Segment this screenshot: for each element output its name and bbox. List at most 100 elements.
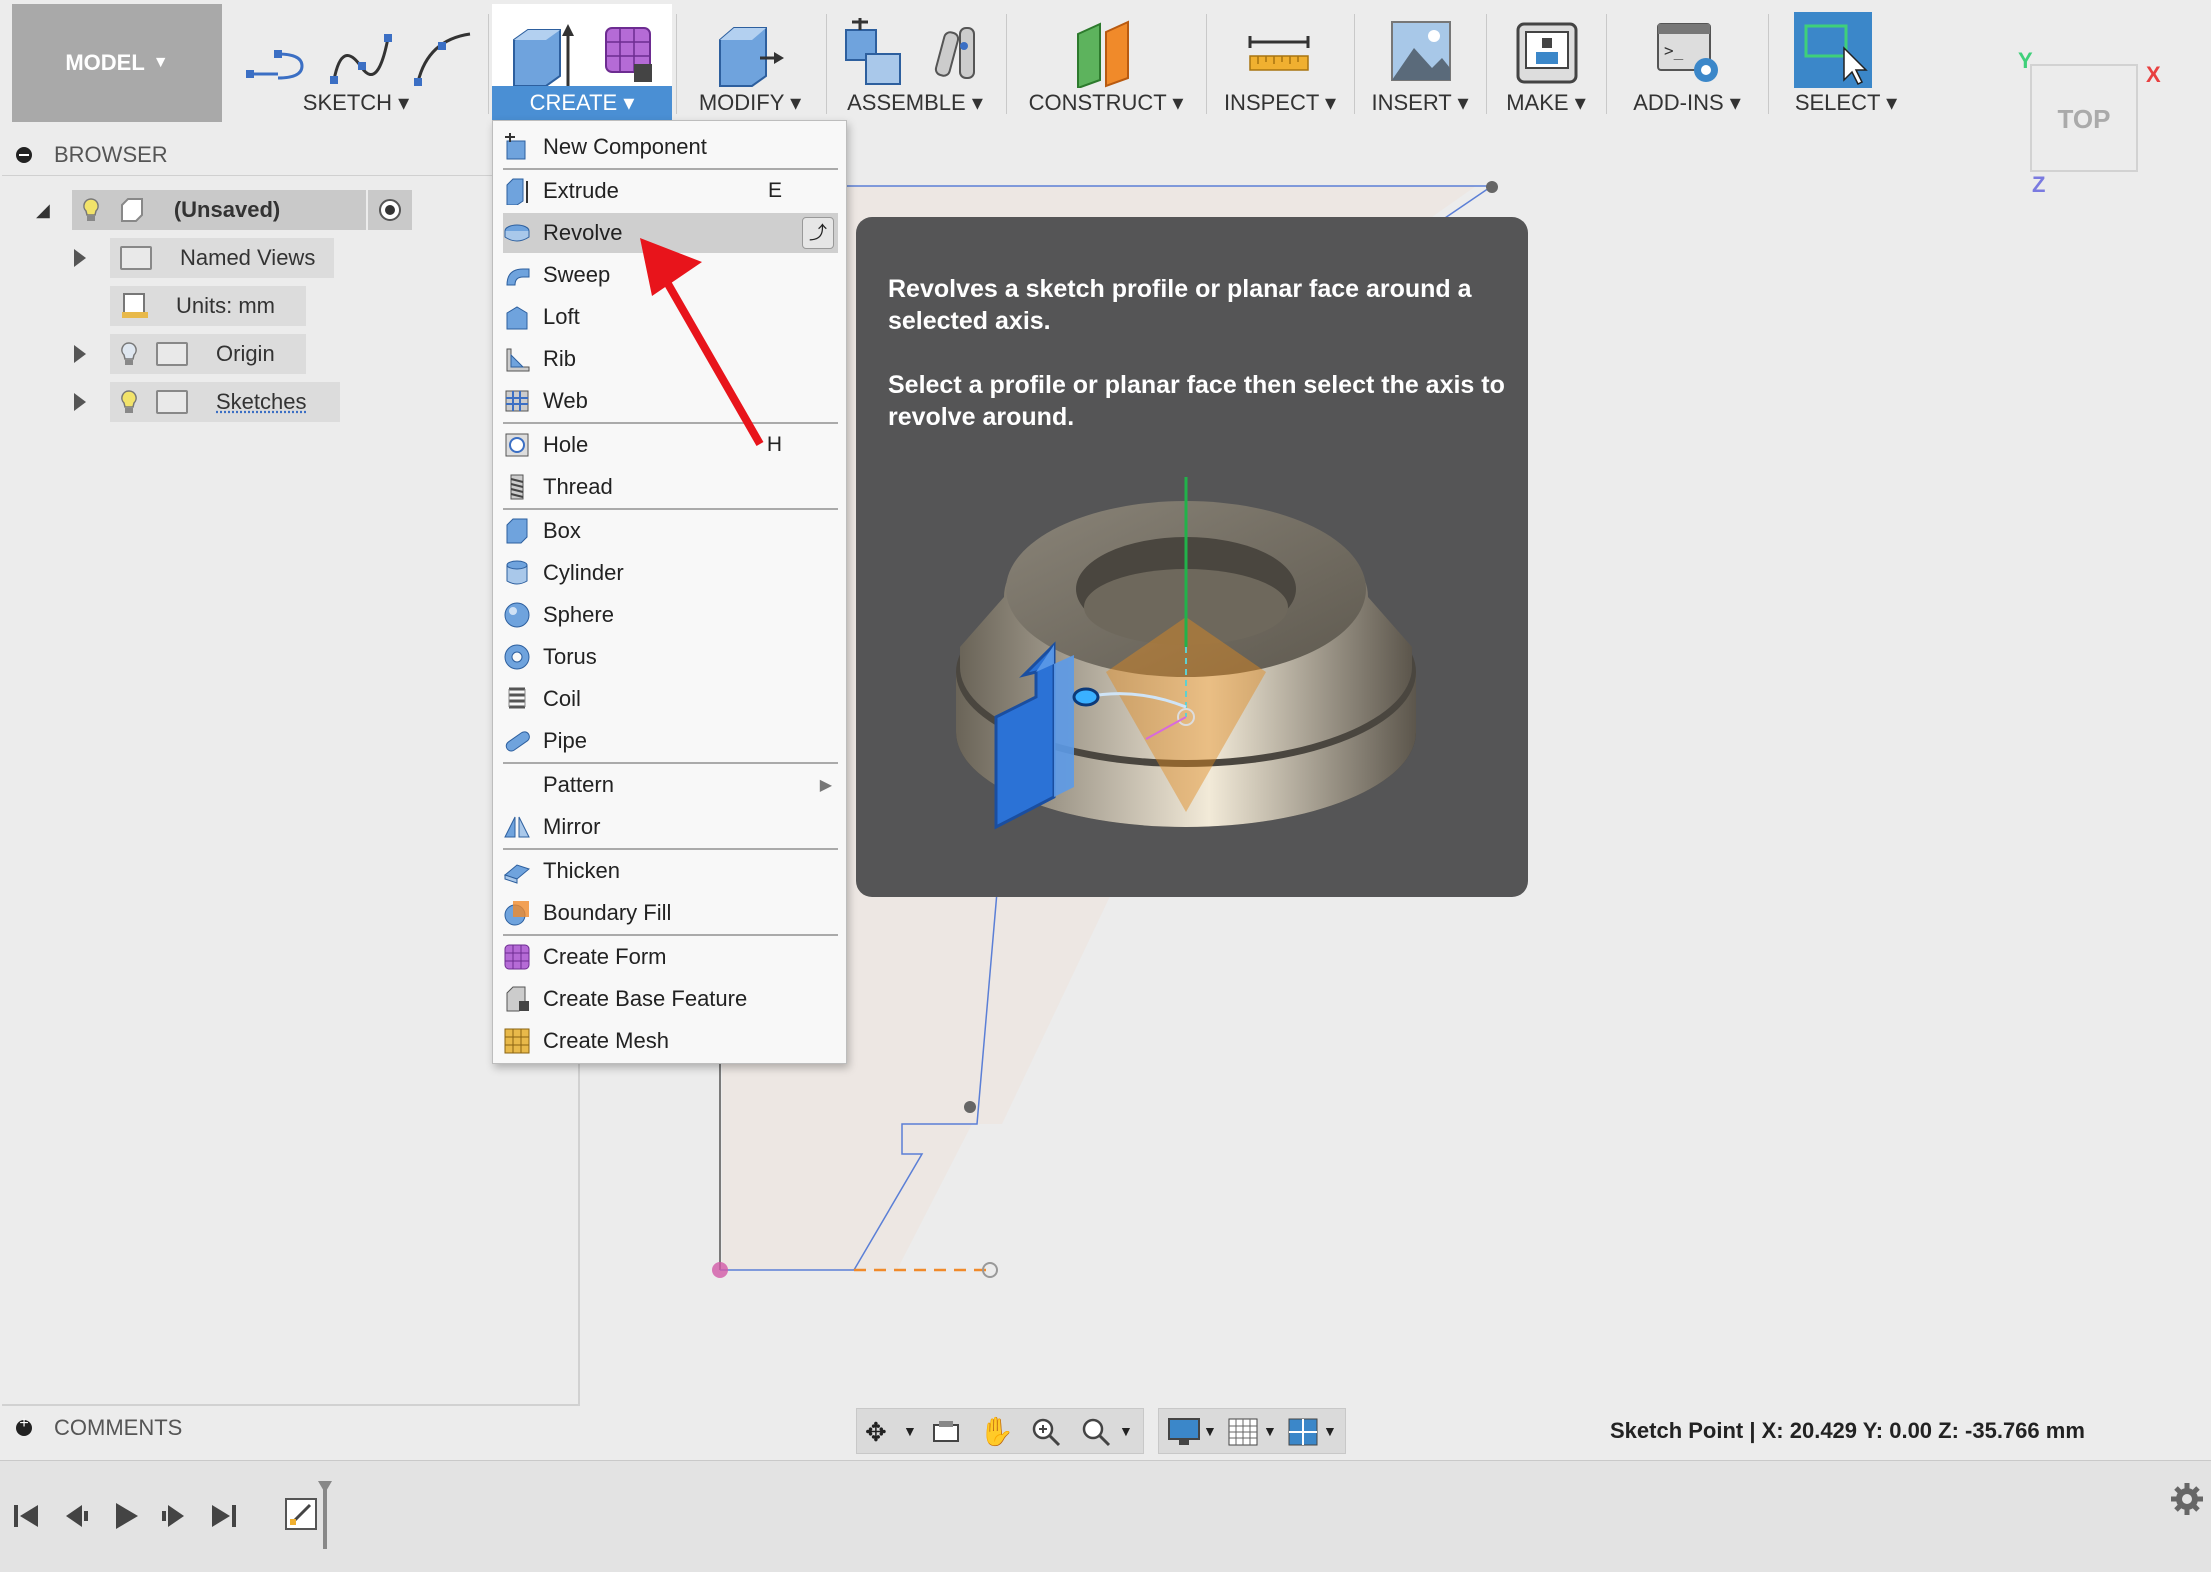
orbit-icon[interactable]: ✥: [865, 1417, 887, 1448]
menu-item-thread[interactable]: Thread: [503, 467, 838, 507]
workspace-switcher[interactable]: MODEL ▼: [12, 4, 222, 122]
menu-item-create-base-feature[interactable]: Create Base Feature: [503, 979, 838, 1019]
menu-item-new-component[interactable]: New Component: [503, 127, 838, 167]
tree-item-units[interactable]: Units: mm: [110, 286, 306, 326]
menu-item-label: Mirror: [543, 814, 601, 839]
go-to-end-icon[interactable]: [206, 1501, 240, 1531]
step-back-icon[interactable]: [60, 1501, 94, 1531]
insert-label: INSERT: [1371, 90, 1452, 115]
new-component-icon: [845, 18, 975, 85]
viewcube[interactable]: TOP: [2030, 64, 2138, 172]
chevron-down-icon[interactable]: ▼: [903, 1423, 917, 1439]
expand-triangle-icon[interactable]: [74, 393, 86, 411]
assemble-label: ASSEMBLE: [847, 90, 966, 115]
menu-item-extrude[interactable]: Extrude E: [503, 171, 838, 211]
sketch-point[interactable]: [1486, 181, 1498, 193]
zoom-icon[interactable]: [1031, 1417, 1063, 1449]
fit-zoom-icon[interactable]: [1081, 1417, 1113, 1449]
chevron-down-icon[interactable]: ▼: [1119, 1423, 1133, 1439]
menu-item-label: Create Mesh: [543, 1028, 669, 1053]
scripts-icon: >_: [1657, 23, 1718, 82]
go-to-start-icon[interactable]: [10, 1501, 44, 1531]
comments-title: COMMENTS: [54, 1415, 183, 1440]
lightbulb-icon[interactable]: [120, 341, 138, 367]
inspect-group[interactable]: INSPECT ▾: [1210, 4, 1350, 122]
construct-group[interactable]: CONSTRUCT ▾: [1010, 4, 1202, 122]
chevron-down-icon[interactable]: ▼: [1203, 1423, 1217, 1439]
pin-to-toolbar-icon[interactable]: ⤴: [802, 217, 834, 249]
pan-hand-icon[interactable]: ✋: [979, 1415, 1014, 1448]
chevron-down-icon: ▼: [152, 54, 169, 71]
chevron-down-icon[interactable]: ▼: [1323, 1423, 1337, 1439]
create-group[interactable]: CREATE ▾: [492, 4, 672, 122]
workspace-label: MODEL: [65, 50, 145, 75]
menu-item-coil[interactable]: Coil: [503, 679, 838, 719]
chevron-down-icon[interactable]: ▼: [1263, 1423, 1277, 1439]
thicken-icon: [503, 857, 531, 885]
sketch-group[interactable]: SKETCH ▾: [232, 4, 480, 122]
lightbulb-icon[interactable]: [120, 389, 138, 415]
lightbulb-icon[interactable]: [82, 197, 100, 223]
folder-icon: [156, 390, 188, 414]
addins-group[interactable]: >_ ADD-INS ▾: [1610, 4, 1764, 122]
menu-item-create-form[interactable]: Create Form: [503, 937, 838, 977]
activate-radio-icon[interactable]: [378, 198, 402, 222]
tree-item-sketches[interactable]: Sketches: [74, 382, 340, 422]
comments-panel[interactable]: COMMENTS: [2, 1404, 580, 1450]
toolbar-divider: [676, 14, 677, 114]
toolbar-divider: [488, 14, 489, 114]
menu-item-boundary-fill[interactable]: Boundary Fill: [503, 893, 838, 933]
menu-item-cylinder[interactable]: Cylinder: [503, 553, 838, 593]
torus-icon: [503, 643, 531, 671]
menu-item-sphere[interactable]: Sphere: [503, 595, 838, 635]
tree-item-origin[interactable]: Origin: [74, 334, 306, 374]
viewports-icon[interactable]: [1287, 1417, 1319, 1447]
menu-item-create-mesh[interactable]: Create Mesh: [503, 1021, 838, 1061]
expand-triangle-icon[interactable]: [74, 249, 86, 267]
toolbar-divider: [1768, 14, 1769, 114]
timeline-sketch-feature-icon[interactable]: [282, 1479, 336, 1559]
display-settings-icon[interactable]: [1167, 1417, 1201, 1447]
menu-item-box[interactable]: Box: [503, 511, 838, 551]
gear-icon[interactable]: [2170, 1482, 2204, 1516]
menu-item-label: Rib: [543, 346, 577, 371]
sweep-icon: [503, 261, 531, 289]
mirror-icon: [503, 813, 531, 841]
assemble-group[interactable]: ASSEMBLE ▾: [830, 4, 1000, 122]
toolbar-divider: [1486, 14, 1487, 114]
sketch-origin-point[interactable]: [712, 1262, 728, 1278]
play-icon[interactable]: [108, 1501, 142, 1531]
timeline-bar: [0, 1460, 2211, 1572]
tree-item-named-views[interactable]: Named Views: [74, 238, 334, 278]
construct-label: CONSTRUCT: [1028, 90, 1167, 115]
sketch-point[interactable]: [964, 1101, 976, 1113]
create-form-icon: [503, 943, 531, 971]
menu-item-pattern[interactable]: Pattern ▶: [503, 765, 838, 805]
toolbar-divider: [1006, 14, 1007, 114]
grid-icon[interactable]: [1227, 1417, 1259, 1447]
expand-triangle-icon[interactable]: [74, 345, 86, 363]
revolve-tooltip: Revolves a sketch profile or planar face…: [856, 217, 1528, 897]
make-group[interactable]: MAKE ▾: [1490, 4, 1602, 122]
tree-root[interactable]: ◢ (Unsaved): [36, 190, 412, 230]
main-toolbar: MODEL ▼ SKETCH ▾ CREATE ▾ MODIFY ▾ ASSEM…: [0, 0, 1905, 124]
menu-item-label: Create Base Feature: [543, 986, 748, 1011]
toolbar-divider: [826, 14, 827, 114]
menu-item-label: Thread: [543, 474, 613, 499]
menu-item-mirror[interactable]: Mirror: [503, 807, 838, 847]
select-group[interactable]: SELECT ▾: [1794, 4, 1904, 122]
modify-group[interactable]: MODIFY ▾: [680, 4, 820, 122]
menu-item-torus[interactable]: Torus: [503, 637, 838, 677]
look-at-icon[interactable]: [931, 1419, 961, 1445]
expand-triangle-icon[interactable]: ◢: [36, 200, 50, 221]
menu-item-pipe[interactable]: Pipe: [503, 721, 838, 761]
component-icon: [120, 198, 143, 222]
menu-item-label: Thicken: [543, 858, 621, 883]
step-forward-icon[interactable]: [156, 1501, 190, 1531]
menu-item-thicken[interactable]: Thicken: [503, 851, 838, 891]
submenu-arrow-icon: ▶: [819, 777, 832, 794]
collapse-icon[interactable]: [16, 146, 32, 163]
insert-group[interactable]: INSERT ▾: [1358, 4, 1482, 122]
expand-icon[interactable]: [16, 1415, 32, 1436]
inspect-label: INSPECT: [1223, 90, 1319, 115]
